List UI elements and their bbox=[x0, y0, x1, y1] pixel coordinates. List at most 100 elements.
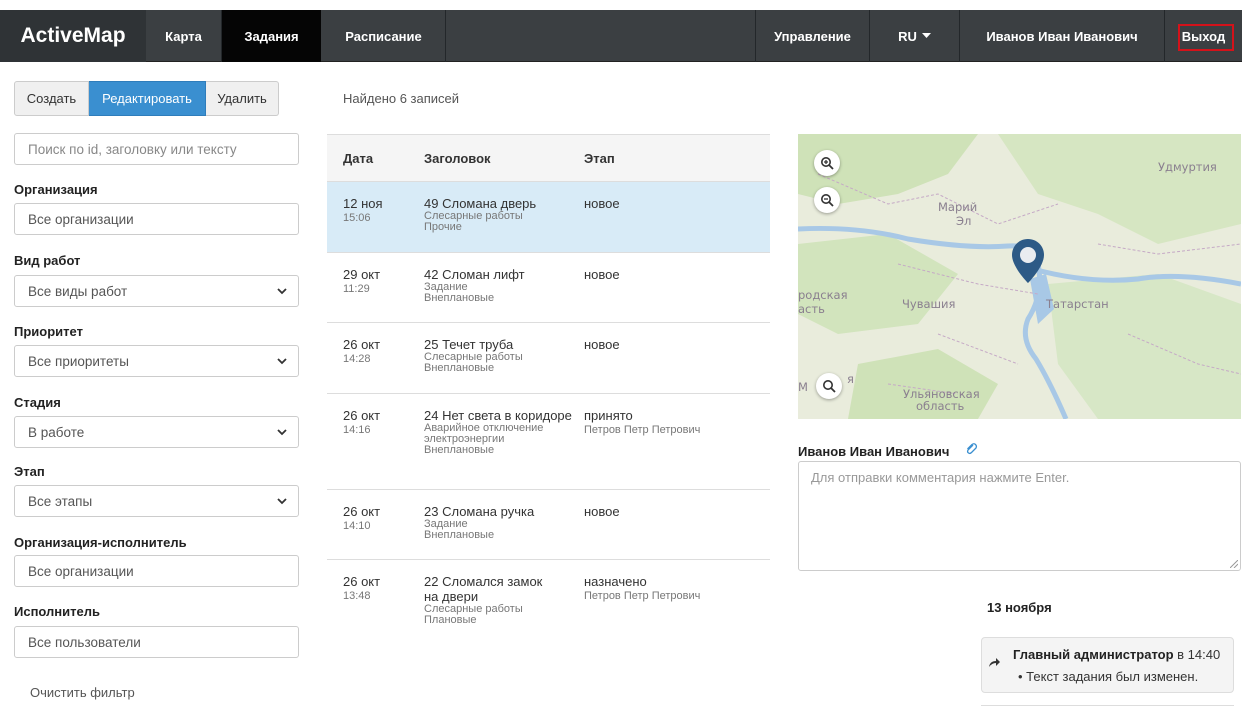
nav-schedule[interactable]: Расписание bbox=[322, 10, 445, 62]
nav-management[interactable]: Управление bbox=[756, 10, 869, 62]
row-time: 11:29 bbox=[343, 283, 370, 295]
row-type: Внеплановые bbox=[424, 529, 495, 541]
search-icon bbox=[823, 380, 836, 393]
organization-field[interactable]: Все организации bbox=[14, 203, 299, 235]
history-item: • Текст задания был изменен. bbox=[1018, 669, 1199, 684]
stage-label: Стадия bbox=[14, 395, 61, 410]
row-type: Внеплановые bbox=[424, 362, 495, 374]
row-date-text: 29 окт bbox=[343, 267, 381, 282]
table-header: Дата Заголовок Этап bbox=[327, 135, 770, 182]
history-item-text: Текст задания был изменен. bbox=[1026, 669, 1199, 684]
nav-map[interactable]: Карта bbox=[146, 10, 221, 62]
row-assignee: Петров Петр Петрович bbox=[584, 424, 701, 436]
create-button[interactable]: Создать bbox=[14, 81, 89, 116]
resize-handle-icon[interactable] bbox=[1230, 560, 1238, 568]
language-dropdown[interactable]: RU bbox=[870, 10, 959, 62]
share-arrow-icon bbox=[989, 658, 1000, 667]
row-title: 49 Сломана дверь Слесарные работы Прочие bbox=[424, 196, 584, 233]
row-title-text: 23 Сломана ручка bbox=[424, 504, 535, 519]
history-time: в 14:40 bbox=[1173, 647, 1221, 662]
logout-highlight bbox=[1178, 24, 1234, 51]
chevron-down-icon bbox=[277, 358, 287, 365]
map-label: Марий bbox=[938, 200, 978, 214]
brand-logo[interactable]: ActiveMap bbox=[0, 10, 146, 62]
row-date-text: 26 окт bbox=[343, 504, 381, 519]
row-stage: новое bbox=[584, 267, 620, 282]
row-type: Прочие bbox=[424, 221, 462, 233]
executor-org-label: Организация-исполнитель bbox=[14, 535, 187, 550]
zoom-in-button[interactable] bbox=[814, 150, 840, 176]
row-type: Плановые bbox=[424, 614, 477, 626]
worktype-value: Все виды работ bbox=[28, 283, 128, 299]
table-row[interactable]: 12 ноя 15:06 49 Сломана дверь Слесарные ра… bbox=[327, 182, 770, 253]
map-label: область bbox=[916, 399, 965, 413]
zoom-out-icon bbox=[821, 194, 834, 207]
map-label: Татарстан bbox=[1046, 297, 1109, 311]
caret-down-icon bbox=[921, 33, 931, 38]
row-stage: принято Петров Петр Петрович bbox=[584, 408, 700, 438]
row-title: 22 Сломался замок на двери Слесарные рабо… bbox=[424, 574, 554, 626]
priority-select[interactable]: Все приоритеты bbox=[14, 345, 299, 377]
executor-field[interactable]: Все пользователи bbox=[14, 626, 299, 658]
row-type: Внеплановые bbox=[424, 292, 495, 304]
worktype-label: Вид работ bbox=[14, 253, 81, 268]
phase-label: Этап bbox=[14, 464, 45, 479]
worktype-select[interactable]: Все виды работ bbox=[14, 275, 299, 307]
row-title: 42 Сломан лифт Задание Внеплановые bbox=[424, 267, 584, 304]
row-stage: назначено Петров Петр Петрович bbox=[584, 574, 700, 604]
row-time: 13:48 bbox=[343, 590, 371, 602]
stage-select[interactable]: В работе bbox=[14, 416, 299, 448]
stage-value: В работе bbox=[28, 424, 85, 440]
row-time: 15:06 bbox=[343, 212, 371, 224]
zoom-out-button[interactable] bbox=[814, 187, 840, 213]
map-label: родская bbox=[798, 288, 848, 302]
chevron-down-icon bbox=[277, 498, 287, 505]
row-date-text: 26 окт bbox=[343, 574, 381, 589]
row-title: 24 Нет света в коридоре Аварийное отключе… bbox=[424, 408, 584, 456]
zoom-in-icon bbox=[821, 157, 834, 170]
nav-tasks[interactable]: Задания bbox=[222, 10, 321, 62]
column-date: Дата bbox=[343, 151, 374, 166]
table-row[interactable]: 26 окт 13:48 22 Сломался замок на двери Сл… bbox=[327, 560, 770, 646]
row-date-text: 26 окт bbox=[343, 337, 381, 352]
row-time: 14:16 bbox=[343, 424, 371, 436]
results-count: Найдено 6 записей bbox=[343, 91, 460, 106]
map-view[interactable]: Удмуртия Марий Эл Чувашия Татарстан Улья… bbox=[798, 134, 1241, 419]
tasks-table: Дата Заголовок Этап 12 ноя 15:06 49 Слома… bbox=[327, 134, 770, 646]
row-date-text: 12 ноя bbox=[343, 196, 383, 211]
row-stage: новое bbox=[584, 196, 620, 211]
map-marker-icon[interactable] bbox=[1011, 238, 1045, 284]
search-input[interactable]: Поиск по id, заголовку или тексту bbox=[14, 133, 299, 165]
search-map-button[interactable] bbox=[816, 373, 842, 399]
phase-value: Все этапы bbox=[28, 493, 93, 509]
table-row[interactable]: 26 окт 14:28 25 Течет труба Слесарные рабо… bbox=[327, 323, 770, 394]
comment-textarea[interactable]: Для отправки комментария нажмите Enter. bbox=[798, 461, 1241, 571]
delete-button[interactable]: Удалить bbox=[206, 81, 279, 116]
nav-user[interactable]: Иванов Иван Иванович bbox=[960, 10, 1164, 62]
row-date: 26 окт 13:48 bbox=[343, 574, 380, 604]
paperclip-icon[interactable] bbox=[964, 442, 978, 456]
history-date: 13 ноября bbox=[987, 600, 1052, 615]
row-date-text: 26 окт bbox=[343, 408, 381, 423]
row-stage-text: принято bbox=[584, 408, 633, 423]
edit-button[interactable]: Редактировать bbox=[89, 81, 206, 116]
row-date: 26 окт 14:16 bbox=[343, 408, 380, 438]
row-date: 29 окт 11:29 bbox=[343, 267, 380, 297]
row-title: 25 Течет труба Слесарные работы Внеплановы… bbox=[424, 337, 584, 374]
row-title: 23 Сломана ручка Задание Внеплановые bbox=[424, 504, 584, 541]
comment-author: Иванов Иван Иванович bbox=[798, 444, 950, 459]
language-label: RU bbox=[898, 28, 917, 44]
priority-value: Все приоритеты bbox=[28, 353, 129, 369]
row-stage: новое bbox=[584, 504, 620, 519]
table-row[interactable]: 29 окт 11:29 42 Сломан лифт Задание Внеплан… bbox=[327, 253, 770, 323]
phase-select[interactable]: Все этапы bbox=[14, 485, 299, 517]
row-title-text: 22 Сломался замок на двери bbox=[424, 574, 543, 604]
table-row[interactable]: 26 окт 14:10 23 Сломана ручка Задание Внепл… bbox=[327, 490, 770, 560]
row-title-text: 42 Сломан лифт bbox=[424, 267, 525, 282]
chevron-down-icon bbox=[277, 429, 287, 436]
table-row[interactable]: 26 окт 14:16 24 Нет света в коридоре Авари… bbox=[327, 394, 770, 490]
row-stage: новое bbox=[584, 337, 620, 352]
map-label: Удмуртия bbox=[1158, 160, 1217, 174]
executor-org-field[interactable]: Все организации bbox=[14, 555, 299, 587]
clear-filter-link[interactable]: Очистить фильтр bbox=[30, 685, 135, 700]
